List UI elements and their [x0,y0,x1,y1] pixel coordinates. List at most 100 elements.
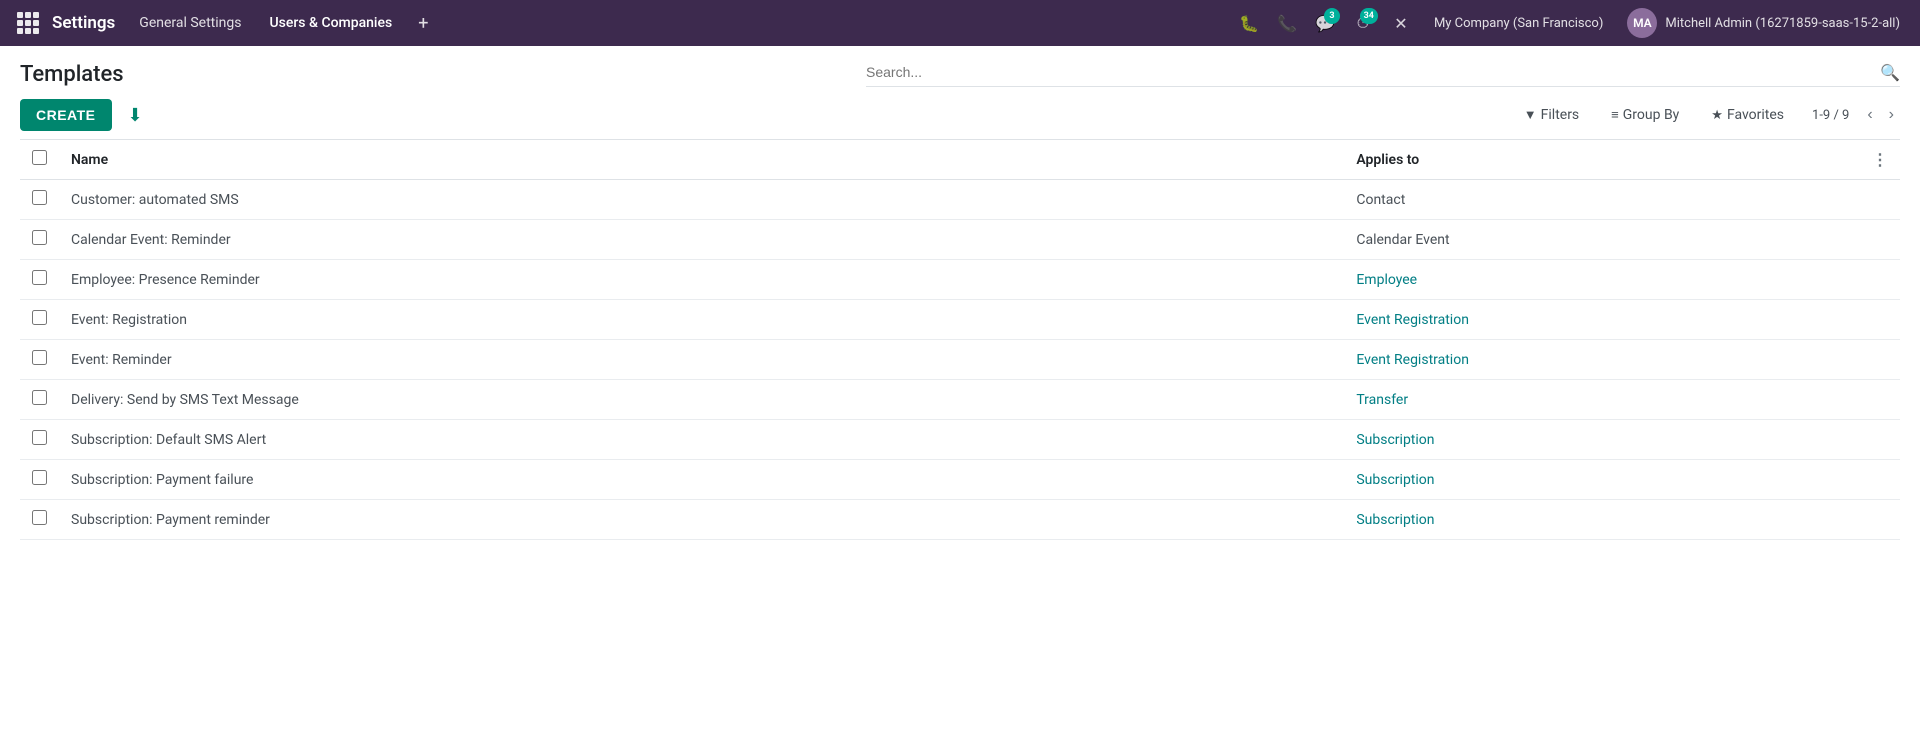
page-title: Templates [20,62,124,87]
table-row[interactable]: Event: Registration Event Registration [20,300,1900,340]
favorites-icon: ★ [1711,108,1723,123]
table-header-row: Name Applies to ⋮ [20,140,1900,180]
bug-icon[interactable]: 🐛 [1232,6,1266,40]
col-header-actions: ⋮ [1860,140,1900,180]
table-row[interactable]: Event: Reminder Event Registration [20,340,1900,380]
row-checkbox[interactable] [32,230,47,245]
row-checkbox-cell [20,300,59,340]
prev-page-button[interactable]: ‹ [1861,104,1878,126]
select-all-cell [20,140,59,180]
pagination-info: 1-9 / 9 [1812,108,1849,123]
row-actions-cell [1860,180,1900,220]
row-checkbox-cell [20,180,59,220]
templates-table: Name Applies to ⋮ Customer: automated SM… [20,140,1900,540]
next-page-button[interactable]: › [1883,104,1900,126]
main-content: Templates 🔍 CREATE ⬇ ▼ Filters ≡ Group B… [0,46,1920,556]
row-checkbox[interactable] [32,310,47,325]
row-name: Subscription: Default SMS Alert [59,420,1344,460]
nav-general-settings[interactable]: General Settings [127,9,253,37]
row-checkbox[interactable] [32,190,47,205]
row-applies-to: Event Registration [1344,340,1860,380]
column-options-icon[interactable]: ⋮ [1872,150,1888,169]
nav-add-button[interactable]: + [408,9,438,38]
user-name: Mitchell Admin (16271859-saas-15-2-all) [1665,16,1900,31]
import-button[interactable]: ⬇ [120,101,151,130]
row-checkbox-cell [20,220,59,260]
row-actions-cell [1860,500,1900,540]
row-actions-cell [1860,420,1900,460]
row-applies-to: Event Registration [1344,300,1860,340]
chat-badge: 3 [1324,8,1340,24]
filter-group: ▼ Filters ≡ Group By ★ Favorites [1516,103,1792,127]
user-avatar: MA [1627,8,1657,38]
toolbar: CREATE ⬇ ▼ Filters ≡ Group By ★ Favorite… [20,99,1900,131]
row-actions-cell [1860,220,1900,260]
row-applies-to: Employee [1344,260,1860,300]
row-name: Customer: automated SMS [59,180,1344,220]
row-actions-cell [1860,300,1900,340]
row-checkbox-cell [20,260,59,300]
row-checkbox-cell [20,380,59,420]
col-header-applies: Applies to [1344,140,1860,180]
row-checkbox-cell [20,460,59,500]
topbar: Settings General Settings Users & Compan… [0,0,1920,46]
row-actions-cell [1860,340,1900,380]
row-actions-cell [1860,260,1900,300]
row-checkbox[interactable] [32,270,47,285]
table-row[interactable]: Delivery: Send by SMS Text Message Trans… [20,380,1900,420]
search-icon: 🔍 [1880,63,1900,82]
search-input[interactable] [866,64,1880,80]
row-checkbox-cell [20,340,59,380]
table-row[interactable]: Calendar Event: Reminder Calendar Event [20,220,1900,260]
row-name: Employee: Presence Reminder [59,260,1344,300]
wrench-icon[interactable]: ✕ [1384,6,1418,40]
table-row[interactable]: Subscription: Payment failure Subscripti… [20,460,1900,500]
row-applies-to: Subscription [1344,420,1860,460]
row-actions-cell [1860,460,1900,500]
table-row[interactable]: Customer: automated SMS Contact [20,180,1900,220]
row-name: Calendar Event: Reminder [59,220,1344,260]
pagination-controls: ‹ › [1861,104,1900,126]
search-bar: 🔍 [866,63,1900,87]
brand-title: Settings [52,13,115,33]
table-row[interactable]: Employee: Presence Reminder Employee [20,260,1900,300]
row-name: Event: Registration [59,300,1344,340]
page-header: Templates 🔍 [20,62,1900,87]
group-by-label: Group By [1623,107,1680,123]
group-by-button[interactable]: ≡ Group By [1603,103,1687,127]
create-button[interactable]: CREATE [20,99,112,131]
chat-icon[interactable]: 💬3 [1308,6,1342,40]
filters-button[interactable]: ▼ Filters [1516,103,1587,127]
row-applies-to: Contact [1344,180,1860,220]
row-applies-to: Subscription [1344,500,1860,540]
table-row[interactable]: Subscription: Payment reminder Subscript… [20,500,1900,540]
table-row[interactable]: Subscription: Default SMS Alert Subscrip… [20,420,1900,460]
row-name: Subscription: Payment failure [59,460,1344,500]
row-checkbox[interactable] [32,430,47,445]
row-name: Event: Reminder [59,340,1344,380]
row-checkbox[interactable] [32,390,47,405]
company-name[interactable]: My Company (San Francisco) [1422,16,1615,31]
row-applies-to: Calendar Event [1344,220,1860,260]
row-actions-cell [1860,380,1900,420]
favorites-button[interactable]: ★ Favorites [1703,103,1792,127]
user-menu[interactable]: MA Mitchell Admin (16271859-saas-15-2-al… [1619,8,1908,38]
activity-badge: 34 [1360,8,1378,24]
filters-label: Filters [1541,107,1580,123]
apps-icon[interactable] [12,7,44,39]
select-all-checkbox[interactable] [32,150,47,165]
row-applies-to: Transfer [1344,380,1860,420]
favorites-label: Favorites [1727,107,1784,123]
filter-icon: ▼ [1524,107,1537,123]
row-checkbox[interactable] [32,350,47,365]
table-wrapper: Name Applies to ⋮ Customer: automated SM… [20,139,1900,540]
activity-icon[interactable]: ⏱34 [1346,6,1380,40]
row-checkbox-cell [20,420,59,460]
phone-icon[interactable]: 📞 [1270,6,1304,40]
row-name: Delivery: Send by SMS Text Message [59,380,1344,420]
nav-users-companies[interactable]: Users & Companies [257,9,404,37]
row-checkbox-cell [20,500,59,540]
row-checkbox[interactable] [32,470,47,485]
row-checkbox[interactable] [32,510,47,525]
col-header-name: Name [59,140,1344,180]
